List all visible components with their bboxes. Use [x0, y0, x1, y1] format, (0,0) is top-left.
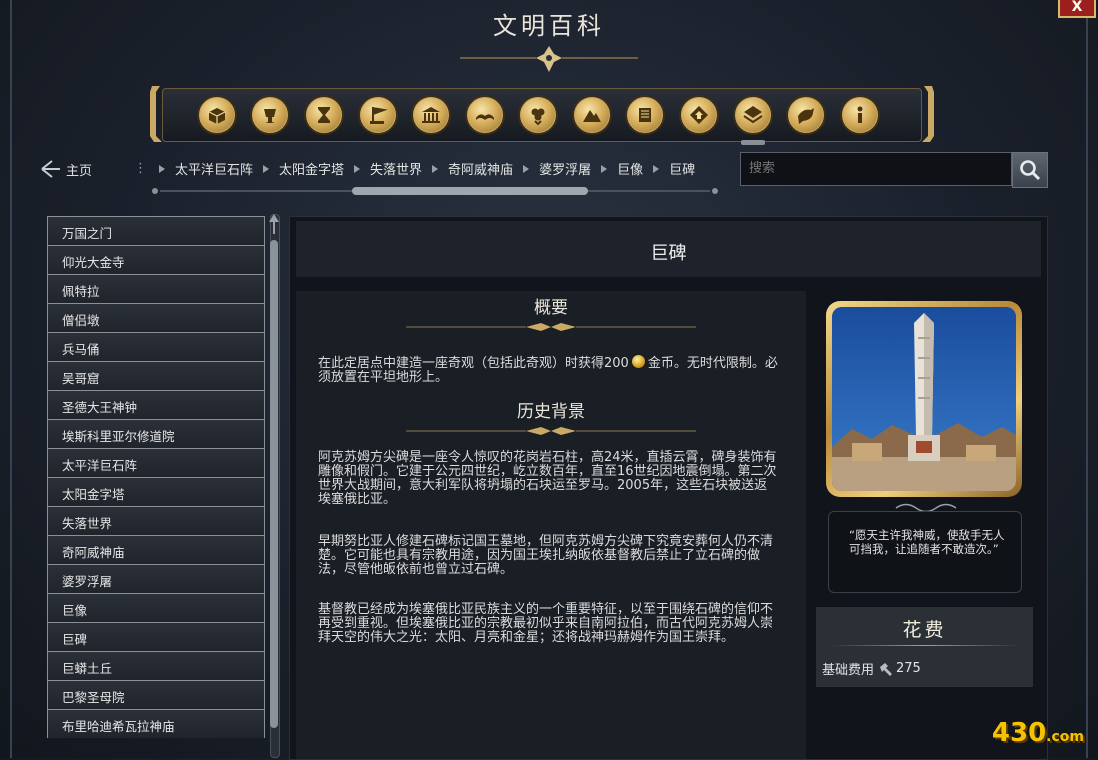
breadcrumb-separator-icon [653, 164, 660, 173]
list-item[interactable]: 僧侣墩 [47, 303, 265, 332]
scroll-up-icon[interactable] [269, 214, 279, 234]
list-item[interactable]: 巴黎圣母院 [47, 680, 265, 709]
list-item[interactable]: 失落世界 [47, 506, 265, 535]
hourglass-icon[interactable] [304, 95, 344, 135]
search-button[interactable] [1012, 152, 1048, 188]
list-item[interactable]: 埃斯科里亚尔修道院 [47, 419, 265, 448]
breadcrumb-separator-icon [263, 164, 270, 173]
base-cost-label: 基础费用 [822, 663, 875, 678]
civilizations-icon[interactable] [197, 95, 237, 135]
list-item[interactable]: 奇阿威神庙 [47, 535, 265, 564]
breadcrumb-item[interactable]: 失落世界 [370, 159, 422, 178]
list-item[interactable]: 兵马俑 [47, 332, 265, 361]
watermark-suffix: .com [1046, 729, 1084, 745]
section-divider [406, 323, 696, 331]
breadcrumb-scrollbar[interactable] [152, 187, 718, 195]
resources-icon[interactable] [679, 95, 719, 135]
overview-heading: 概要 [534, 298, 568, 318]
window-frame-left [10, 0, 12, 758]
section-divider [406, 427, 696, 435]
list-scrollbar[interactable] [267, 214, 281, 758]
category-icon-bar [148, 86, 936, 145]
overview-text-part: 在此定居点中建造一座奇观（包括此奇观）时获得200 [318, 356, 629, 371]
list-item[interactable]: 布里哈迪希瓦拉神庙 [47, 709, 265, 738]
info-icon[interactable] [840, 95, 880, 135]
breadcrumb-scroll-thumb[interactable] [352, 187, 588, 195]
history-paragraph: 基督教已经成为埃塞俄比亚民族主义的一个重要特征，以至于围绕石碑的信仰不再受到重视… [318, 602, 774, 645]
icon-bar-left-cap [150, 86, 162, 142]
base-cost-value: 275 [896, 661, 921, 676]
leaders-icon[interactable] [250, 95, 290, 135]
page-title: 文明百科 [493, 12, 605, 40]
breadcrumb-separator-icon [354, 164, 361, 173]
cost-divider [830, 645, 1020, 646]
list-item[interactable]: 婆罗浮屠 [47, 564, 265, 593]
list-item[interactable]: 巨蟒土丘 [47, 651, 265, 680]
improvements-icon[interactable] [733, 95, 773, 145]
article-panel: 巨碑 概要 在此定居点中建造一座奇观（包括此奇观）时获得200 金币。无时代限制。… [289, 216, 1048, 760]
breadcrumb-overflow-marker: ⋮ [134, 161, 147, 176]
scroll-left-icon[interactable] [152, 188, 158, 194]
list-item[interactable]: 太阳金字塔 [47, 477, 265, 506]
history-paragraph: 阿克苏姆方尖碑是一座令人惊叹的花岗岩石柱，高24米，直插云霄，碑身装饰有雕像和假… [318, 450, 777, 507]
article-title: 巨碑 [650, 243, 687, 264]
breadcrumb-separator-icon [601, 164, 608, 173]
breadcrumb-item[interactable]: 奇阿威神庙 [448, 159, 513, 178]
search-input[interactable] [741, 153, 1007, 183]
title-ornament [460, 46, 638, 72]
list-item[interactable]: 仰光大金寺 [47, 245, 265, 274]
close-button[interactable]: X [1058, 0, 1096, 18]
icon-bar-right-cap [922, 86, 934, 142]
breadcrumb-item-current[interactable]: 巨碑 [669, 159, 695, 178]
gold-coin-icon [631, 355, 645, 368]
info-sidebar: “愿天主许我神威，使敌手无人可挡我，让追随者不敢造次。” 花费 基础费用 275 [816, 291, 1033, 759]
breadcrumb-separator-icon [432, 164, 439, 173]
production-hammer-icon [880, 662, 893, 676]
site-watermark: 430.com [992, 718, 1084, 748]
list-scroll-thumb[interactable] [270, 240, 278, 728]
wonder-quote: “愿天主许我神威，使敌手无人可挡我，让追随者不敢造次。” [849, 528, 1005, 556]
search-icon [1020, 160, 1041, 181]
wonders-icon[interactable] [625, 95, 665, 135]
list-item[interactable]: 万国之门 [47, 216, 265, 245]
breadcrumb-item[interactable]: 太阳金字塔 [279, 159, 344, 178]
search-box [740, 152, 1012, 186]
breadcrumb-item[interactable]: 太平洋巨石阵 [175, 159, 253, 178]
book-icon[interactable] [465, 95, 505, 135]
breadcrumb-item[interactable]: 婆罗浮屠 [539, 159, 591, 178]
list-item-selected[interactable]: 巨碑 [47, 622, 265, 651]
cost-heading: 花费 [902, 619, 947, 641]
article-header: 巨碑 [296, 221, 1041, 277]
list-item[interactable]: 吴哥窟 [47, 361, 265, 390]
list-item[interactable]: 巨像 [47, 593, 265, 622]
watermark-main: 430 [991, 718, 1047, 748]
article-text-column[interactable]: 概要 在此定居点中建造一座奇观（包括此奇观）时获得200 金币。无时代限制。必须放… [296, 291, 806, 759]
obelisk-image [832, 307, 1016, 491]
terrain-icon[interactable] [572, 95, 612, 135]
scroll-right-icon[interactable] [712, 188, 718, 194]
home-link[interactable]: 主页 [40, 158, 92, 180]
breadcrumb-item[interactable]: 巨像 [617, 159, 643, 178]
breadcrumb: ⋮ 太平洋巨石阵 太阳金字塔 失落世界 奇阿威神庙 婆罗浮屠 巨像 巨碑 [134, 159, 716, 178]
list-item[interactable]: 佩特拉 [47, 274, 265, 303]
religion-icon[interactable] [786, 95, 826, 135]
city-states-icon[interactable] [358, 95, 398, 135]
back-arrow-icon [41, 160, 60, 178]
wonder-portrait [826, 301, 1022, 497]
buildings-icon[interactable] [411, 95, 451, 135]
home-label: 主页 [66, 163, 93, 179]
history-paragraph: 早期努比亚人修建石碑标记国王墓地，但阿克苏姆方尖碑下究竟安葬何人仍不清楚。它可能… [318, 534, 774, 577]
quote-box: “愿天主许我神威，使敌手无人可挡我，让追随者不敢造次。” [828, 511, 1022, 593]
wonder-list: 万国之门 仰光大金寺 佩特拉 僧侣墩 兵马俑 吴哥窟 圣德大王神钟 埃斯科里亚尔… [47, 216, 265, 738]
breadcrumb-separator-icon [159, 164, 165, 173]
list-item[interactable]: 圣德大王神钟 [47, 390, 265, 419]
overview-text: 在此定居点中建造一座奇观（包括此奇观）时获得200 金币。无时代限制。必须放置在平… [318, 355, 780, 385]
cost-panel: 花费 基础费用 275 [816, 607, 1033, 687]
base-cost-row: 基础费用 275 [822, 659, 921, 678]
units-icon[interactable] [518, 95, 558, 135]
list-item[interactable]: 太平洋巨石阵 [47, 448, 265, 477]
window-frame-right [1086, 0, 1088, 758]
history-heading: 历史背景 [517, 402, 585, 422]
breadcrumb-separator-icon [523, 164, 530, 173]
